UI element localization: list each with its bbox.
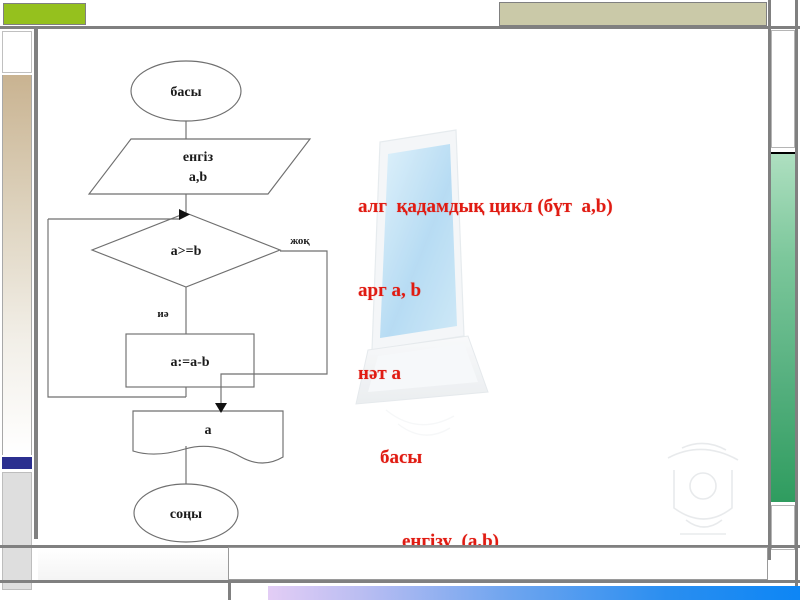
decor-bottom-left-band xyxy=(38,548,228,580)
flow-edge-label-no: жоқ xyxy=(290,235,310,247)
flowchart-diagram: басы енгіз a,b a>=b a:=a-b a соңы иә жоқ xyxy=(47,60,328,543)
code-line-4: енгізу (a,b) xyxy=(402,530,499,545)
flow-node-output-label: a xyxy=(205,423,212,438)
decor-bottom-blue-bar xyxy=(268,586,800,600)
flow-node-end-label: соңы xyxy=(170,507,202,522)
decor-left-grey-block xyxy=(2,472,32,590)
decor-bottom-box xyxy=(228,547,768,580)
flow-edge-label-yes: иә xyxy=(157,308,168,320)
algorithm-code-listing: алг қадамдық цикл (бүт a,b) арг a, b нәт… xyxy=(358,137,758,545)
decor-left-blue-strip xyxy=(2,457,32,469)
flow-node-process-label: a:=a-b xyxy=(170,355,209,370)
decor-far-right-divider xyxy=(795,0,798,590)
flow-node-input-label: енгіз xyxy=(183,150,214,165)
decor-bottom-white-cell xyxy=(38,583,228,600)
decor-top-left-green-block xyxy=(3,3,86,25)
code-line-3: басы xyxy=(380,447,423,469)
flow-node-start-label: басы xyxy=(170,85,201,100)
decor-left-white-box xyxy=(2,31,32,73)
decor-top-right-khaki-block xyxy=(499,2,767,26)
decor-top-white-strip xyxy=(88,3,488,25)
decor-right-white-top xyxy=(771,30,795,148)
code-line-1: арг a, b xyxy=(358,279,422,301)
decor-left-tan-rail xyxy=(2,75,32,455)
flow-node-decision-label: a>=b xyxy=(171,244,202,259)
decor-right-green-rail xyxy=(771,152,795,502)
decor-right-white-bottom xyxy=(771,505,795,550)
flow-node-input-vars: a,b xyxy=(189,170,208,185)
slide-canvas: басы енгіз a,b a>=b a:=a-b a соңы иә жоқ… xyxy=(0,0,800,600)
code-line-2: нәт a xyxy=(358,363,401,385)
content-area: басы енгіз a,b a>=b a:=a-b a соңы иә жоқ… xyxy=(38,29,768,545)
arrowhead-to-decision xyxy=(179,209,190,220)
decor-bottom-separator xyxy=(228,583,231,600)
code-line-0: алг қадамдық цикл (бүт a,b) xyxy=(358,195,613,217)
